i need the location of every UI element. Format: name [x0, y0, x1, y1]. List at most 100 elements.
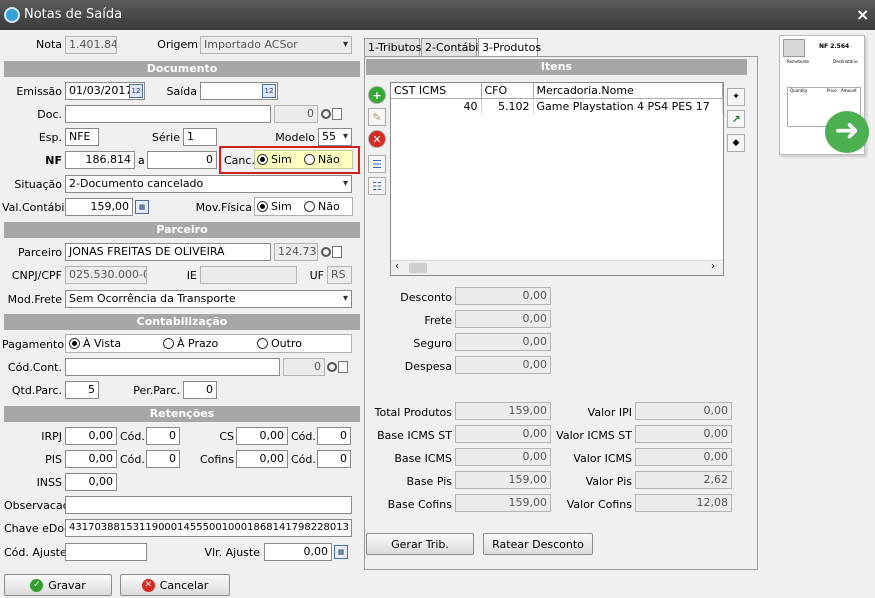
remetente-text: Remetente: [787, 59, 810, 64]
codcont-number[interactable]: 0: [283, 358, 325, 376]
saida-label: Saída: [166, 85, 197, 98]
desconto-field[interactable]: 0,00: [455, 287, 551, 305]
inss-field[interactable]: 0,00: [65, 473, 117, 491]
nota-field[interactable]: 1.401.840: [65, 36, 117, 54]
canc-label: Canc.: [224, 154, 255, 167]
list-icon[interactable]: ☷: [368, 177, 386, 195]
search-icon[interactable]: [321, 105, 343, 123]
scroll-right-icon[interactable]: ›: [711, 261, 715, 272]
search-icon[interactable]: [327, 358, 349, 376]
valoricms-field[interactable]: 0,00: [635, 448, 732, 466]
calendar-icon[interactable]: 12: [262, 84, 276, 98]
pis-label: PIS: [45, 453, 62, 466]
eraser-icon[interactable]: ◆: [727, 134, 745, 152]
ratear-desconto-button[interactable]: Ratear Desconto: [483, 533, 593, 555]
canc-sim-radio[interactable]: Sim: [257, 153, 292, 166]
pis-field[interactable]: 0,00: [65, 450, 117, 468]
horizontal-scrollbar[interactable]: ‹ ›: [391, 260, 723, 275]
outro-radio[interactable]: Outro: [257, 337, 302, 350]
valoricmsst-field[interactable]: 0,00: [635, 425, 732, 443]
delete-icon[interactable]: ✕: [368, 130, 386, 148]
modelo-select[interactable]: 55: [318, 128, 352, 146]
cnpj-field[interactable]: 025.530.000-06: [65, 266, 147, 284]
frete-field[interactable]: 0,00: [455, 310, 551, 328]
perparc-field[interactable]: 0: [183, 381, 217, 399]
add-icon[interactable]: +: [368, 86, 386, 104]
tab-produtos[interactable]: 3-Produtos: [478, 38, 541, 57]
tab-contabil[interactable]: 2-Contábil: [421, 38, 482, 56]
chave-label: Chave eDoc: [4, 522, 71, 535]
basecofins-field[interactable]: 159,00: [455, 494, 551, 512]
baseicms-field[interactable]: 0,00: [455, 448, 551, 466]
despesa-field[interactable]: 0,00: [455, 356, 551, 374]
basepis-field[interactable]: 159,00: [455, 471, 551, 489]
situacao-select[interactable]: 2-Documento cancelado: [65, 175, 352, 193]
tab-tributos[interactable]: 1-Tributos: [364, 38, 421, 56]
pagamento-label: Pagamento: [2, 338, 65, 351]
esp-field[interactable]: NFE: [65, 128, 99, 146]
scroll-thumb[interactable]: [409, 263, 427, 273]
valorcofins-field[interactable]: 12,08: [635, 494, 732, 512]
irpj-cod-field[interactable]: 0: [146, 427, 180, 445]
nf-from-field[interactable]: 186.814: [65, 151, 135, 169]
cancelar-button[interactable]: ✕ Cancelar: [120, 574, 230, 596]
calculator-icon[interactable]: ▦: [135, 200, 149, 214]
nf-to-field[interactable]: 0: [147, 151, 217, 169]
chave-field[interactable]: 4317038815311900014555001000186814179822…: [65, 519, 352, 537]
uf-field[interactable]: RS: [327, 266, 352, 284]
nf-label: NF: [45, 154, 62, 167]
amount-text: Amount: [841, 88, 857, 93]
gerar-trib-button[interactable]: Gerar Trib.: [366, 533, 474, 555]
canc-nao-radio[interactable]: Não: [304, 153, 340, 166]
magic-wand-icon[interactable]: ✦: [727, 88, 745, 106]
codajuste-field[interactable]: [65, 543, 147, 561]
parceiro-field[interactable]: JONAS FREITAS DE OLIVEIRA: [65, 243, 271, 261]
ie-field[interactable]: [200, 266, 297, 284]
doc-number[interactable]: 0: [274, 105, 318, 123]
codcont-field[interactable]: [65, 358, 280, 376]
mov-nao-radio[interactable]: Não: [304, 200, 340, 213]
cs-field[interactable]: 0,00: [236, 427, 288, 445]
serie-field[interactable]: 1: [183, 128, 217, 146]
serie-label: Série: [151, 131, 180, 144]
prazo-label: À Prazo: [177, 337, 219, 350]
vista-radio[interactable]: À Vista: [69, 337, 121, 350]
valcontabil-field[interactable]: 159,00: [65, 198, 133, 216]
valoripi-field[interactable]: 0,00: [635, 402, 732, 420]
valorpis-field[interactable]: 2,62: [635, 471, 732, 489]
edit-icon[interactable]: ✎: [368, 108, 386, 126]
parceiro-code[interactable]: 124.739: [274, 243, 318, 261]
search-icon[interactable]: [321, 243, 343, 261]
close-icon[interactable]: ×: [856, 5, 869, 24]
pis-cod-field[interactable]: 0: [146, 450, 180, 468]
modfrete-label: Mod.Frete: [7, 293, 62, 306]
valoricmsst-label: Valor ICMS ST: [556, 429, 632, 442]
cs-cod-field[interactable]: 0: [317, 427, 351, 445]
observacao-field[interactable]: [65, 496, 352, 514]
inss-label: INSS: [36, 476, 62, 489]
calendar-icon[interactable]: 12: [129, 84, 143, 98]
modfrete-select[interactable]: Sem Ocorrência da Transporte: [65, 290, 352, 308]
vlajuste-field[interactable]: 0,00: [264, 543, 332, 561]
list-edit-icon[interactable]: ☰: [368, 155, 386, 173]
col-mercadoria-header[interactable]: Mercadoria.Nome: [533, 83, 723, 99]
mov-sim-radio[interactable]: Sim: [257, 200, 292, 213]
doc-field[interactable]: [65, 105, 271, 123]
cofins-cod-field[interactable]: 0: [317, 450, 351, 468]
seguro-field[interactable]: 0,00: [455, 333, 551, 351]
origem-select[interactable]: Importado ACSor: [200, 36, 352, 54]
gravar-button[interactable]: ✓ Gravar: [4, 574, 112, 596]
totalprod-field[interactable]: 159,00: [455, 402, 551, 420]
baseicmsst-field[interactable]: 0,00: [455, 425, 551, 443]
col-cfo-header[interactable]: CFO: [481, 83, 534, 99]
itens-grid[interactable]: CST ICMS CFO Mercadoria.Nome 40 5.102 Ga…: [390, 82, 724, 276]
prazo-radio[interactable]: À Prazo: [163, 337, 218, 350]
irpj-field[interactable]: 0,00: [65, 427, 117, 445]
scroll-left-icon[interactable]: ‹: [395, 261, 399, 272]
calculator-icon[interactable]: ▦: [334, 545, 348, 559]
cofins-field[interactable]: 0,00: [236, 450, 288, 468]
qtdparc-field[interactable]: 5: [65, 381, 99, 399]
col-cst-header[interactable]: CST ICMS: [391, 83, 482, 99]
table-row[interactable]: 40 5.102 Game Playstation 4 PS4 PES 17: [391, 98, 723, 114]
export-icon[interactable]: ↗: [727, 110, 745, 128]
